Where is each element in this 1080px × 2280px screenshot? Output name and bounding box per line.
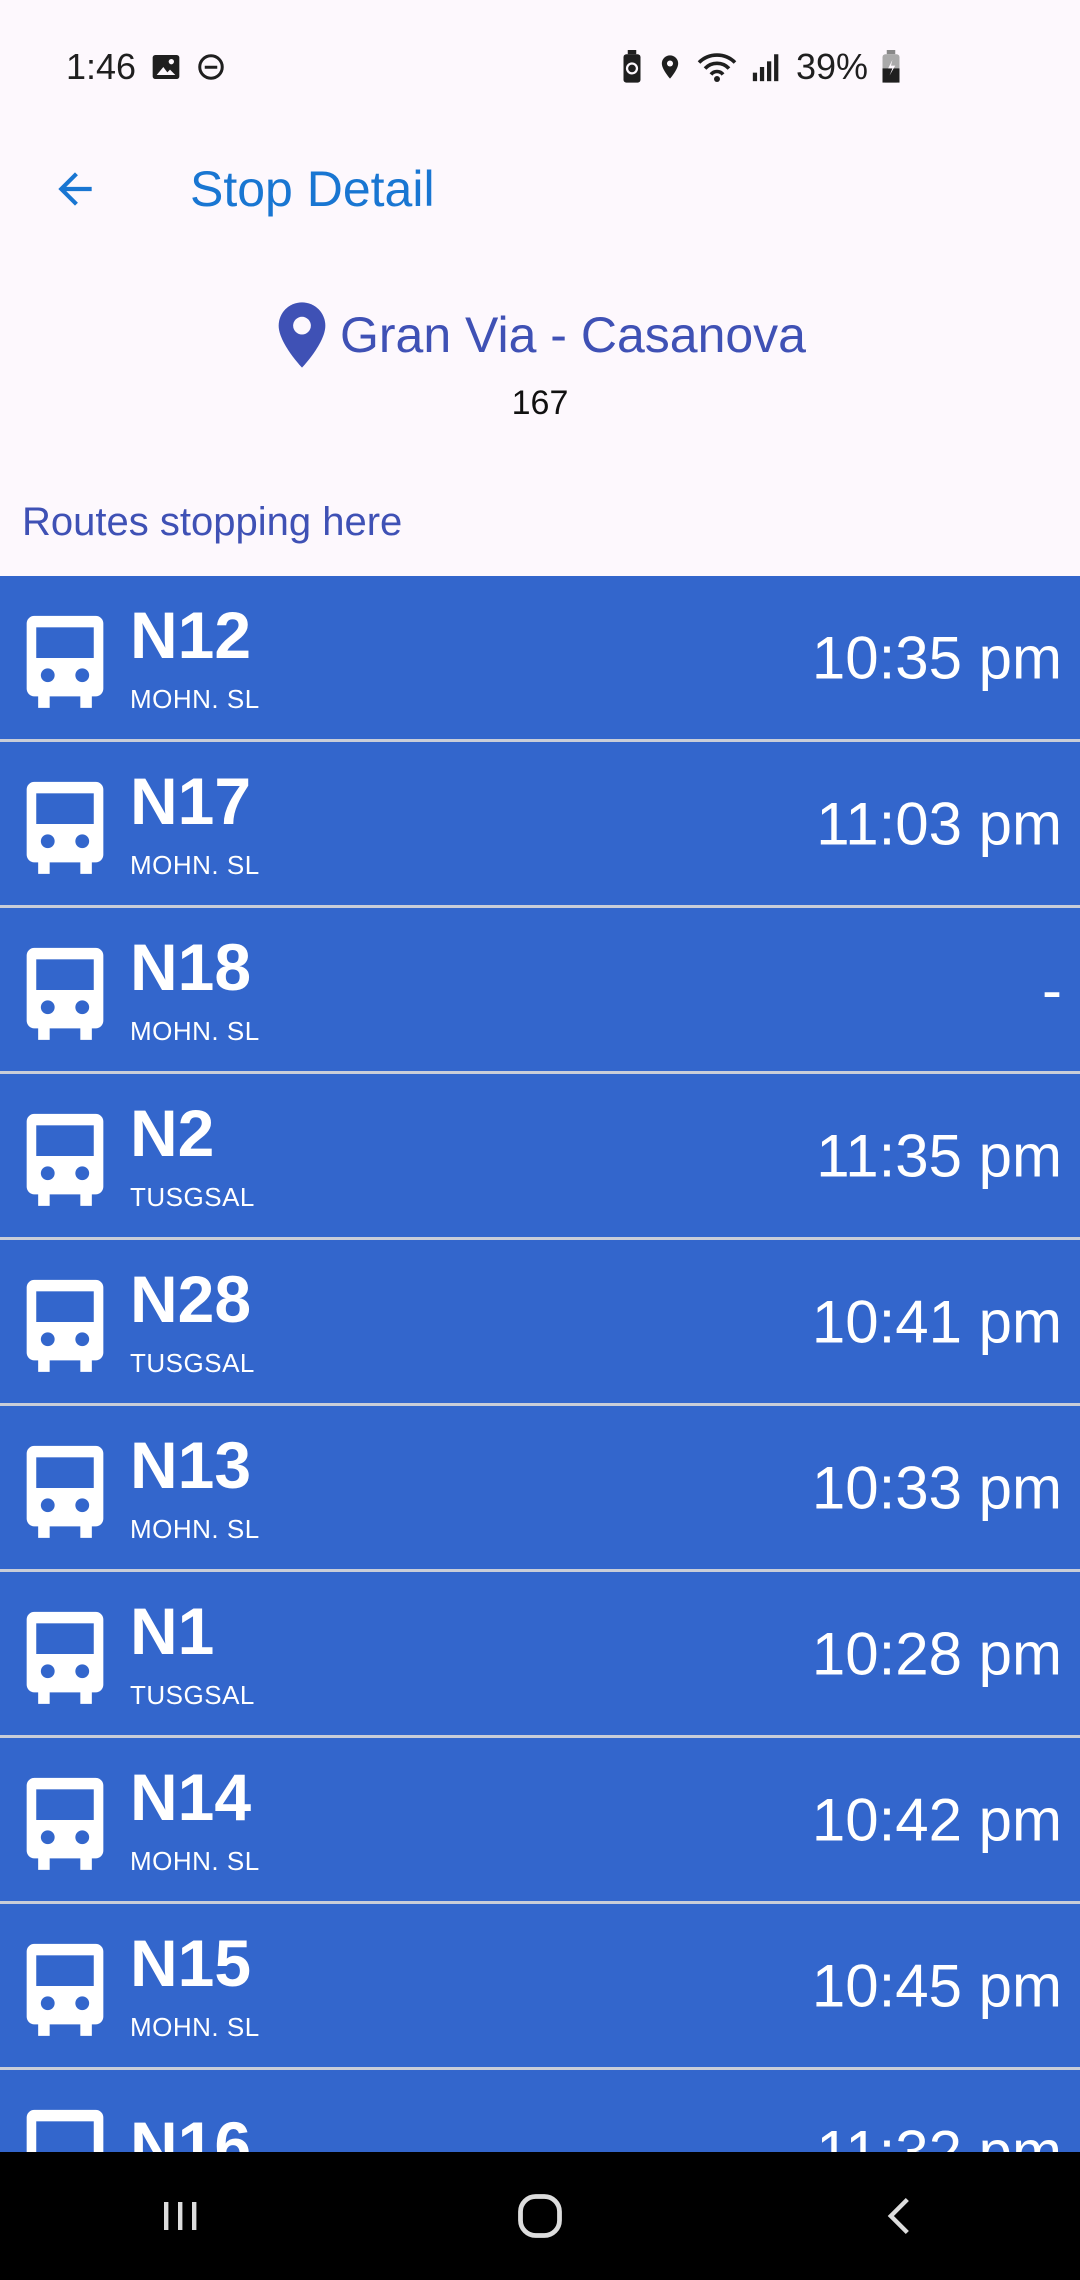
route-code: N15 (130, 1926, 252, 2000)
route-info: N12 MOHN. SL (130, 600, 260, 715)
bus-icon (0, 2097, 130, 2152)
location-pin-icon (278, 302, 326, 368)
route-operator: MOHN. SL (130, 1016, 260, 1046)
route-info: N18 MOHN. SL (130, 932, 260, 1047)
navigation-bar (0, 2152, 1080, 2280)
route-code: N28 (130, 1262, 252, 1336)
route-info: N14 MOHN. SL (130, 1762, 260, 1877)
location-icon (656, 50, 684, 84)
bus-icon (0, 1267, 130, 1377)
route-code: N13 (130, 1428, 252, 1502)
recent-apps-icon (164, 2202, 197, 2230)
arrow-back-icon (58, 172, 92, 206)
back-icon (887, 2197, 909, 2235)
route-time: 11:03 pm (816, 790, 1062, 857)
route-time: 11:35 pm (816, 1122, 1062, 1189)
nav-back-button[interactable] (840, 2166, 960, 2266)
route-code: N1 (130, 1594, 215, 1668)
gallery-icon (150, 51, 182, 83)
route-operator: MOHN. SL (130, 2012, 260, 2042)
route-row[interactable]: N13 MOHN. SL 10:33 pm (0, 1406, 1080, 1572)
battery-icon (880, 50, 902, 84)
back-button[interactable] (20, 134, 130, 244)
bus-icon (0, 1599, 130, 1709)
bus-icon (0, 935, 130, 1045)
route-info: N1 TUSGSAL (130, 1596, 255, 1711)
signal-icon (750, 50, 784, 84)
status-right: 39% (620, 46, 902, 88)
route-row[interactable]: N1 TUSGSAL 10:28 pm (0, 1572, 1080, 1738)
route-info: N17 MOHN. SL (130, 766, 260, 881)
route-code: N2 (130, 1096, 215, 1170)
route-row[interactable]: N17 MOHN. SL 11:03 pm (0, 742, 1080, 908)
route-time: 10:35 pm (811, 624, 1062, 691)
status-time: 1:46 (66, 46, 137, 87)
route-row[interactable]: N16 11:32 pm (0, 2070, 1080, 2152)
bus-icon (0, 1931, 130, 2041)
route-info: N15 MOHN. SL (130, 1928, 260, 2043)
route-info: N16 (130, 2110, 251, 2153)
bus-icon (0, 1765, 130, 1875)
bus-icon (0, 1101, 130, 1211)
route-time: 10:33 pm (811, 1454, 1062, 1521)
route-operator: MOHN. SL (130, 1514, 260, 1544)
battery-percent: 39% (795, 46, 868, 87)
route-time: - (1042, 956, 1062, 1023)
app-bar: Stop Detail (0, 134, 1080, 244)
route-row[interactable]: N28 TUSGSAL 10:41 pm (0, 1240, 1080, 1406)
bus-icon (0, 1433, 130, 1543)
route-row[interactable]: N15 MOHN. SL 10:45 pm (0, 1904, 1080, 2070)
route-code: N14 (130, 1760, 252, 1834)
wifi-icon (696, 50, 738, 84)
stop-code: 167 (511, 384, 569, 422)
status-left: 1:46 (66, 46, 226, 88)
routes-list[interactable]: N12 MOHN. SL 10:35 pm N17 MOHN. SL 11:03 pm N1… (0, 576, 1080, 2152)
route-operator: MOHN. SL (130, 850, 260, 880)
routes-section-label: Routes stopping here (22, 500, 403, 544)
route-code: N12 (130, 598, 252, 672)
route-time: 10:28 pm (811, 1620, 1062, 1687)
route-operator: TUSGSAL (130, 1348, 255, 1378)
route-code: N16 (130, 2107, 252, 2153)
route-info: N28 TUSGSAL (130, 1264, 255, 1379)
route-operator: TUSGSAL (130, 1680, 255, 1710)
stop-name: Gran Via - Casanova (340, 307, 806, 363)
route-operator: MOHN. SL (130, 1846, 260, 1876)
route-time: 10:45 pm (811, 1952, 1062, 2019)
battery-saver-icon (620, 50, 644, 84)
route-row[interactable]: N2 TUSGSAL 11:35 pm (0, 1074, 1080, 1240)
route-time: 10:42 pm (811, 1786, 1062, 1853)
bus-icon (0, 769, 130, 879)
route-row[interactable]: N14 MOHN. SL 10:42 pm (0, 1738, 1080, 1904)
route-info: N13 MOHN. SL (130, 1430, 260, 1545)
status-bar: 1:46 39% (0, 0, 1080, 134)
route-info: N2 TUSGSAL (130, 1098, 255, 1213)
page-title: Stop Detail (190, 161, 435, 217)
stop-header: Gran Via - Casanova 167 (0, 300, 1080, 423)
route-code: N18 (130, 930, 252, 1004)
dnd-icon (196, 52, 226, 82)
bus-icon (0, 603, 130, 713)
route-row[interactable]: N12 MOHN. SL 10:35 pm (0, 576, 1080, 742)
home-button[interactable] (480, 2166, 600, 2266)
route-time: 10:41 pm (811, 1288, 1062, 1355)
recent-apps-button[interactable] (120, 2166, 240, 2266)
route-operator: MOHN. SL (130, 684, 260, 714)
home-icon (518, 2194, 562, 2238)
route-row[interactable]: N18 MOHN. SL - (0, 908, 1080, 1074)
stop-name-row: Gran Via - Casanova (0, 300, 1080, 370)
route-operator: TUSGSAL (130, 1182, 255, 1212)
route-time: 11:32 pm (816, 2118, 1062, 2152)
route-code: N17 (130, 764, 252, 838)
